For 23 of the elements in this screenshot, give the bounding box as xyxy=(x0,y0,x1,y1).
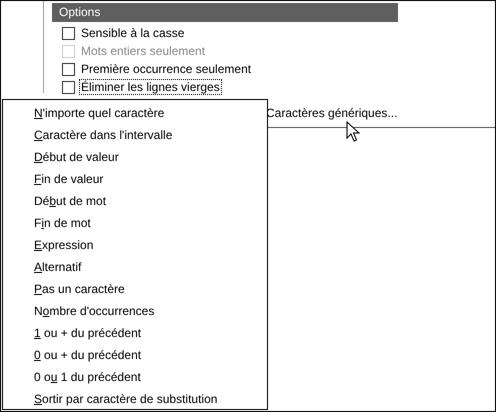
checkbox[interactable] xyxy=(62,80,75,94)
menu-item[interactable]: N'importe quel caractère xyxy=(3,102,267,124)
menu-item[interactable]: Fin de mot xyxy=(3,212,267,234)
menu-item[interactable]: Nombre d'occurrences xyxy=(3,300,267,322)
menu-item[interactable]: Expression xyxy=(3,234,267,256)
checkbox-label[interactable]: Première occurrence seulement xyxy=(79,61,254,77)
options-header: Options xyxy=(52,3,398,22)
menu-item[interactable]: Alternatif xyxy=(3,256,267,278)
checkbox[interactable] xyxy=(62,26,75,40)
wildcards-button[interactable]: Caractères génériques... xyxy=(266,106,398,120)
menu-item[interactable]: Sortir par caractère de substitution xyxy=(3,388,267,410)
menu-item[interactable]: 0 ou + du précédent xyxy=(3,344,267,366)
checkbox-label[interactable]: Sensible à la casse xyxy=(79,25,186,41)
checkbox[interactable] xyxy=(62,62,75,76)
mouse-cursor-icon xyxy=(346,121,360,143)
menu-item[interactable]: Début de mot xyxy=(3,190,267,212)
checkbox-label[interactable]: Éliminer les lignes vierges xyxy=(79,79,222,95)
menu-item[interactable]: 1 ou + du précédent xyxy=(3,322,267,344)
menu-item[interactable]: Fin de valeur xyxy=(3,168,267,190)
menu-item[interactable]: 0 ou 1 du précédent xyxy=(3,366,267,388)
menu-item[interactable]: Caractère dans l'intervalle xyxy=(3,124,267,146)
menu-item[interactable]: Pas un caractère xyxy=(3,278,267,300)
menu-item[interactable]: Début de valeur xyxy=(3,146,267,168)
